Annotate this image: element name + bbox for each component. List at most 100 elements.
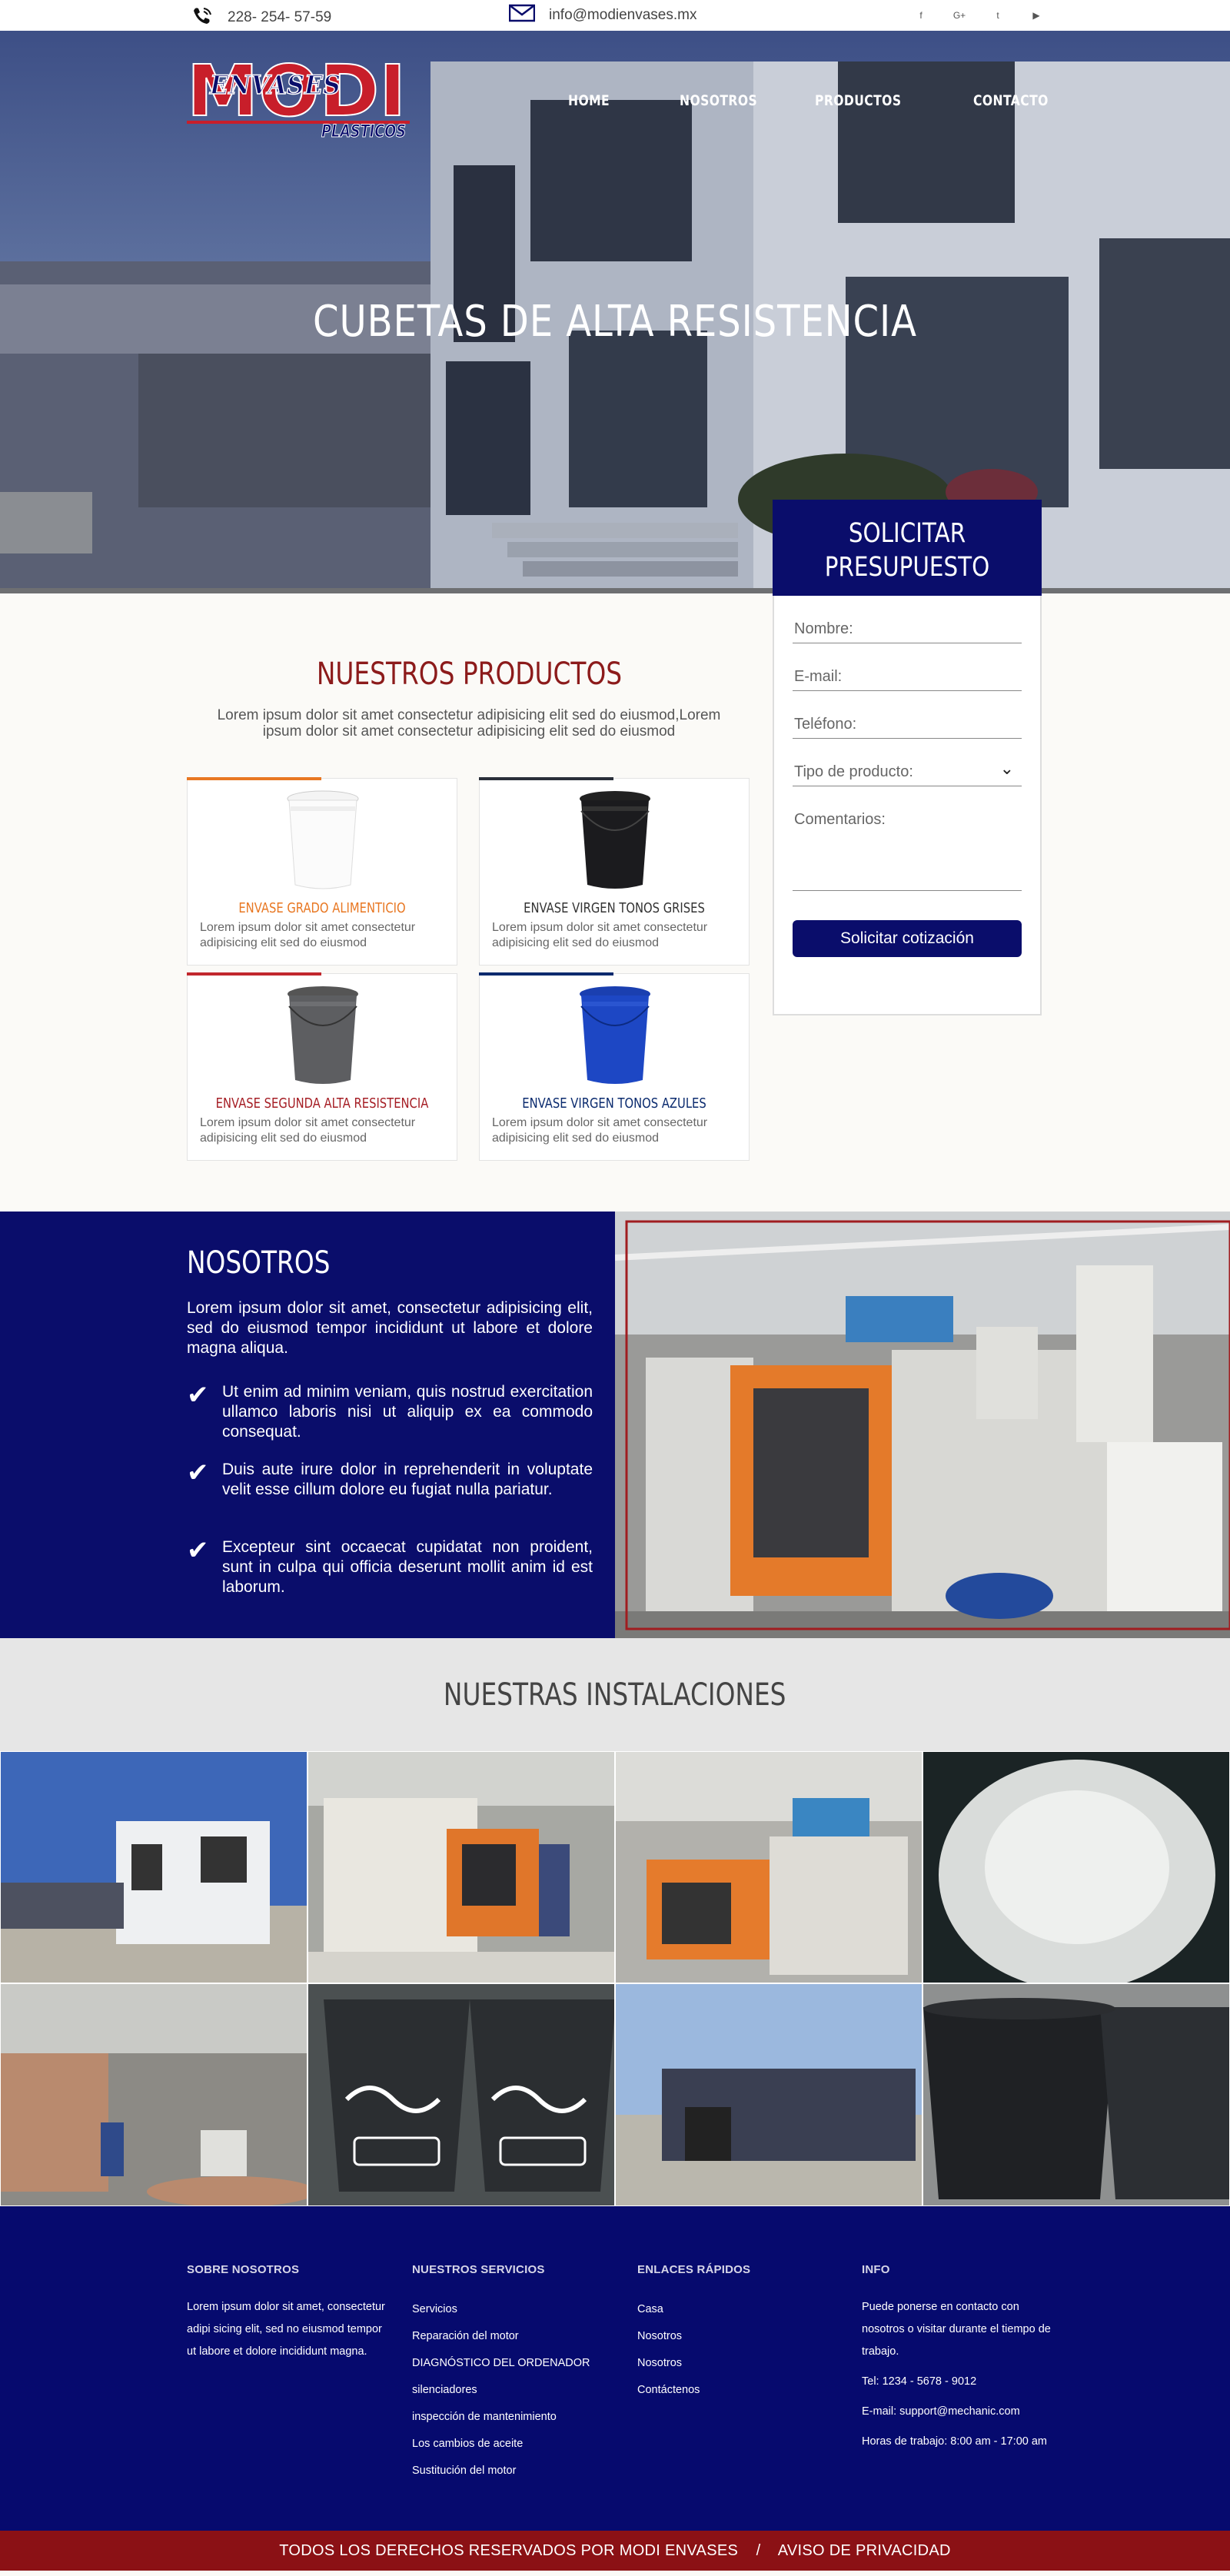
about-bullet: ✔ Duis aute irure dolor in reprehenderit… <box>187 1460 593 1500</box>
footer-about-column: SOBRE NOSOTROS Lorem ipsum dolor sit ame… <box>187 2263 387 2363</box>
factory-machine-image <box>615 1212 1230 1638</box>
white-bucket-image <box>287 790 359 889</box>
installations-title: NUESTRAS INSTALACIONES <box>444 1677 786 1713</box>
name-field[interactable]: Nombre: <box>793 614 1022 643</box>
phone-field[interactable]: Teléfono: <box>793 710 1022 739</box>
envelope-icon <box>508 3 536 28</box>
product-name: ENVASE GRADO ALIMENTICIO <box>238 900 406 916</box>
product-description: Lorem ipsum dolor sit amet consectetur a… <box>200 1116 416 1145</box>
email-contact[interactable]: info@modienvases.mx <box>508 3 697 28</box>
installations-gallery <box>0 1751 1230 2206</box>
product-card[interactable]: ENVASE VIRGEN TONOS GRISES Lorem ipsum d… <box>479 777 750 966</box>
about-bullet: ✔ Ut enim ad minim veniam, quis nostrud … <box>187 1382 593 1442</box>
about-intro: Lorem ipsum dolor sit amet, consectetur … <box>187 1299 593 1357</box>
footer-email[interactable]: E-mail: support@mechanic.com <box>862 2401 1062 2423</box>
email-field[interactable]: E-mail: <box>793 662 1022 691</box>
email-address: info@modienvases.mx <box>549 7 697 23</box>
black-bucket-image <box>580 791 650 889</box>
footer-quicklinks-column: ENLACES RÁPIDOS Casa Nosotros Nosotros C… <box>637 2263 837 2404</box>
product-description: Lorem ipsum dolor sit amet consectetur a… <box>492 921 708 949</box>
card-accent-bar <box>479 972 613 976</box>
gallery-photo-building[interactable] <box>0 1751 308 1983</box>
youtube-icon[interactable]: ▶ <box>1027 6 1046 25</box>
google-plus-icon[interactable]: G+ <box>950 6 969 25</box>
gallery-photo-pellets[interactable] <box>922 1751 1230 1983</box>
hero-banner: MODI ENVASES PLASTICOS HOME NOSOTROS PRO… <box>0 31 1230 593</box>
gallery-photo-machine-fortune[interactable] <box>308 1751 615 1983</box>
main-navigation: HOME NOSOTROS PRODUCTOS CONTACTO <box>0 92 1230 115</box>
quote-title-line2: PRESUPUESTO <box>824 552 990 583</box>
site-footer: SOBRE NOSOTROS Lorem ipsum dolor sit ame… <box>0 2206 1230 2531</box>
phone-number: 228- 254- 57-59 <box>228 9 332 25</box>
copyright-text: TODOS LOS DERECHOS RESERVADOS POR MODI E… <box>279 2542 739 2559</box>
installations-header: NUESTRAS INSTALACIONES <box>0 1638 1230 1751</box>
footer-services-title: NUESTROS SERVICIOS <box>412 2263 545 2276</box>
footer-service-link[interactable]: DIAGNÓSTICO DEL ORDENADOR <box>412 2350 612 2377</box>
about-bullet-text: Ut enim ad minim veniam, quis nostrud ex… <box>222 1383 593 1441</box>
phone-contact[interactable]: 228- 254- 57-59 <box>191 6 331 29</box>
twitter-icon[interactable]: t <box>989 6 1007 25</box>
footer-about-text: Lorem ipsum dolor sit amet, consectetur … <box>187 2301 385 2358</box>
checkmark-icon: ✔ <box>187 1458 209 1487</box>
footer-phone: Tel: 1234 - 5678 - 9012 <box>862 2375 977 2388</box>
footer-quick-link[interactable]: Casa <box>637 2296 837 2323</box>
privacy-link[interactable]: AVISO DE PRIVACIDAD <box>778 2542 951 2559</box>
footer-service-link[interactable]: Sustitución del motor <box>412 2458 612 2485</box>
nav-nosotros[interactable]: NOSOTROS <box>680 92 757 109</box>
footer-about-title: SOBRE NOSOTROS <box>187 2263 300 2276</box>
footer-service-link[interactable]: Reparación del motor <box>412 2323 612 2350</box>
facebook-icon[interactable]: f <box>912 6 930 25</box>
product-card[interactable]: ENVASE SEGUNDA ALTA RESISTENCIA Lorem ip… <box>187 972 457 1161</box>
gallery-photo-warehouse[interactable] <box>615 1983 922 2206</box>
checkmark-icon: ✔ <box>187 1381 209 1410</box>
footer-info-column: INFO Puede ponerse en contacto con nosot… <box>862 2263 1062 2453</box>
checkmark-icon: ✔ <box>187 1536 209 1565</box>
top-bar: 228- 254- 57-59 info@modienvases.mx f G+… <box>0 0 1230 31</box>
products-section: NUESTROS PRODUCTOS Lorem ipsum dolor sit… <box>0 593 1230 1212</box>
product-name: ENVASE VIRGEN TONOS AZULES <box>522 1095 706 1112</box>
card-accent-bar <box>187 777 321 780</box>
card-accent-bar <box>479 777 613 780</box>
request-quote-button[interactable]: Solicitar cotización <box>793 920 1022 957</box>
footer-info-title: INFO <box>862 2263 890 2276</box>
products-intro: Lorem ipsum dolor sit amet consectetur a… <box>217 707 721 740</box>
social-links: f G+ t ▶ <box>912 6 1046 25</box>
about-bullet: ✔ Excepteur sint occaecat cupidatat non … <box>187 1537 593 1597</box>
comments-field[interactable]: Comentarios: <box>793 805 1022 891</box>
product-card[interactable]: ENVASE GRADO ALIMENTICIO Lorem ipsum dol… <box>187 777 457 966</box>
nav-productos[interactable]: PRODUCTOS <box>815 92 901 109</box>
gallery-photo-branded-buckets[interactable] <box>308 1983 615 2206</box>
footer-service-link[interactable]: Servicios <box>412 2296 612 2323</box>
product-type-select[interactable]: Tipo de producto: <box>793 757 1022 786</box>
nav-contacto[interactable]: CONTACTO <box>973 92 1049 109</box>
footer-quicklinks-title: ENLACES RÁPIDOS <box>637 2263 751 2276</box>
product-name: ENVASE VIRGEN TONOS GRISES <box>524 900 705 916</box>
footer-services-column: NUESTROS SERVICIOS Servicios Reparación … <box>412 2263 612 2485</box>
gallery-photo-production[interactable] <box>615 1751 922 1983</box>
footer-service-link[interactable]: silenciadores <box>412 2377 612 2404</box>
footer-quick-link[interactable]: Nosotros <box>637 2350 837 2377</box>
product-card[interactable]: ENVASE VIRGEN TONOS AZULES Lorem ipsum d… <box>479 972 750 1161</box>
svg-text:PLASTICOS: PLASTICOS <box>321 122 406 141</box>
footer-info-text: Puede ponerse en contacto con nosotros o… <box>862 2301 1051 2358</box>
about-bullet-text: Duis aute irure dolor in reprehenderit i… <box>222 1461 593 1498</box>
footer-quick-link[interactable]: Nosotros <box>637 2323 837 2350</box>
about-text-panel: NOSOTROS Lorem ipsum dolor sit amet, con… <box>0 1212 615 1638</box>
footer-quick-link[interactable]: Contáctenos <box>637 2377 837 2404</box>
quote-form: SOLICITAR PRESUPUESTO Nombre: E-mail: Te… <box>773 500 1042 1015</box>
footer-service-link[interactable]: inspección de mantenimiento <box>412 2404 612 2431</box>
copyright-separator: / <box>756 2542 761 2559</box>
card-accent-bar <box>187 972 321 976</box>
gray-bucket-image <box>288 986 358 1084</box>
gallery-photo-workers[interactable] <box>0 1983 308 2206</box>
about-bullet-text: Excepteur sint occaecat cupidatat non pr… <box>222 1538 593 1596</box>
product-name: ENVASE SEGUNDA ALTA RESISTENCIA <box>215 1095 429 1112</box>
copyright-bar: TODOS LOS DERECHOS RESERVADOS POR MODI E… <box>0 2531 1230 2571</box>
about-title: NOSOTROS <box>187 1245 331 1281</box>
nav-home[interactable]: HOME <box>568 92 610 109</box>
quote-title-line1: SOLICITAR <box>848 518 966 549</box>
blue-bucket-image <box>580 986 650 1084</box>
gallery-photo-dark-buckets[interactable] <box>922 1983 1230 2206</box>
quote-form-body: Nombre: E-mail: Teléfono: Tipo de produc… <box>773 596 1042 1015</box>
footer-service-link[interactable]: Los cambios de aceite <box>412 2431 612 2458</box>
